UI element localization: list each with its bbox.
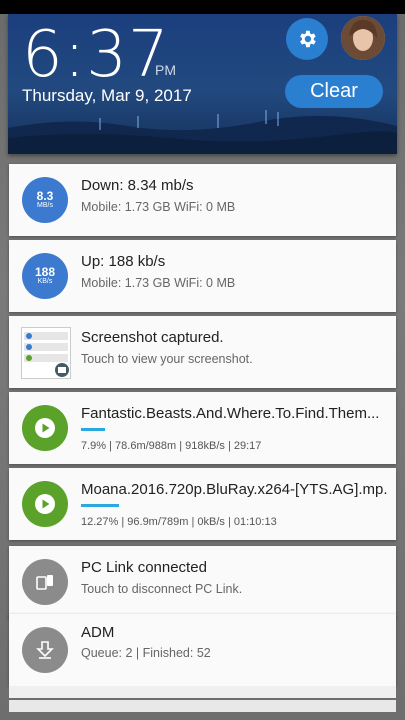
pc-link-glyph <box>36 575 53 590</box>
quick-settings-header: 6:37 PM Thursday, Mar 9, 2017 Clear <box>8 14 397 154</box>
download-filename: Fantastic.Beasts.And.Where.To.Find.Them.… <box>81 405 380 422</box>
notification-subtitle: Touch to disconnect PC Link. <box>81 582 243 596</box>
notification-title: Up: 188 kb/s <box>81 253 166 270</box>
play-button[interactable] <box>22 405 68 451</box>
play-button[interactable] <box>22 481 68 527</box>
speed-unit: KB/s <box>37 278 53 285</box>
pc-link-icon <box>22 559 68 605</box>
stacked-notification-edge <box>9 686 396 698</box>
play-icon <box>35 494 55 514</box>
clear-button[interactable]: Clear <box>285 75 383 108</box>
notification-pc-link[interactable]: PC Link connected Touch to disconnect PC… <box>9 546 396 618</box>
upload-speed-icon: 188 KB/s <box>22 253 68 299</box>
download-progress-bar <box>81 428 105 431</box>
notification-screenshot[interactable]: Screenshot captured. Touch to view your … <box>9 316 396 388</box>
download-stats: 12.27% | 96.9m/789m | 0kB/s | 01:10:13 <box>81 516 277 528</box>
speed-unit: MB/s <box>37 202 53 209</box>
download-stats: 7.9% | 78.6m/988m | 918kB/s | 29:17 <box>81 440 262 452</box>
screenshot-thumbnail <box>21 327 71 379</box>
header-landscape <box>8 110 397 154</box>
notification-download-moana[interactable]: Moana.2016.720p.BluRay.x264-[YTS.AG].mp.… <box>9 468 396 540</box>
notification-download-fantastic-beasts[interactable]: Fantastic.Beasts.And.Where.To.Find.Them.… <box>9 392 396 464</box>
download-glyph <box>36 641 54 659</box>
notification-title: ADM <box>81 624 115 641</box>
speed-value: 188 <box>34 265 56 279</box>
user-avatar[interactable] <box>341 16 385 60</box>
notification-subtitle: Queue: 2 | Finished: 52 <box>81 646 211 660</box>
clock-time: 6:37 <box>22 18 170 92</box>
play-icon <box>35 418 55 438</box>
avatar-icon <box>341 16 385 60</box>
notification-subtitle: Mobile: 1.73 GB WiFi: 0 MB <box>81 276 236 290</box>
notification-download-speed[interactable]: 8.3 MB/s Down: 8.34 mb/s Mobile: 1.73 GB… <box>9 164 396 236</box>
download-icon <box>22 627 68 673</box>
download-progress-bar <box>81 504 119 507</box>
download-speed-icon: 8.3 MB/s <box>22 177 68 223</box>
status-bar <box>0 0 405 14</box>
gear-icon <box>300 30 316 48</box>
settings-button[interactable] <box>286 18 328 60</box>
notification-title: Screenshot captured. <box>81 329 224 346</box>
notification-subtitle: Mobile: 1.73 GB WiFi: 0 MB <box>81 200 236 214</box>
date-label: Thursday, Mar 9, 2017 <box>22 86 192 105</box>
notification-adm[interactable]: ADM Queue: 2 | Finished: 52 <box>9 614 396 686</box>
screenshot-preview-icon <box>24 332 69 377</box>
notification-title: Down: 8.34 mb/s <box>81 177 194 194</box>
notification-subtitle: Touch to view your screenshot. <box>81 352 253 366</box>
notification-upload-speed[interactable]: 188 KB/s Up: 188 kb/s Mobile: 1.73 GB Wi… <box>9 240 396 312</box>
speed-value: 8.3 <box>36 189 54 203</box>
notification-title: PC Link connected <box>81 559 207 576</box>
download-filename: Moana.2016.720p.BluRay.x264-[YTS.AG].mp.… <box>81 481 387 498</box>
stacked-notification-edge <box>9 700 396 712</box>
clock-ampm: PM <box>155 62 176 78</box>
